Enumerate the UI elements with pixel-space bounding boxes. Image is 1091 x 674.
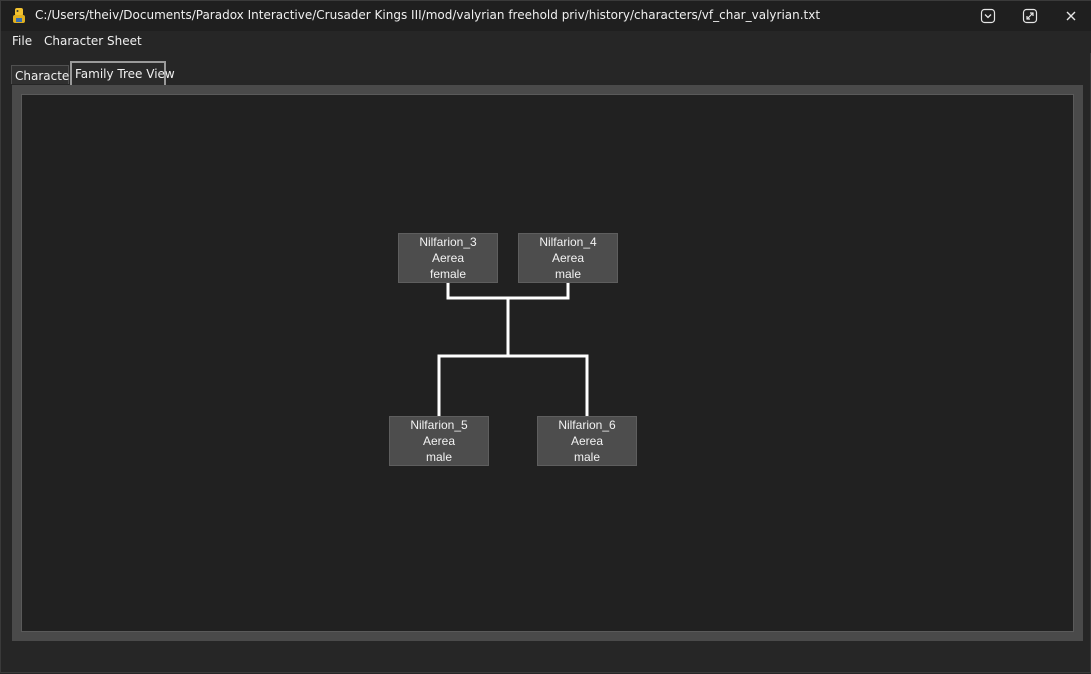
maximize-icon[interactable] [1021,7,1039,25]
menu-bar: File Character Sheet [1,31,1091,53]
node-name: Nilfarion_5 [410,418,468,432]
node-gender: male [425,450,452,464]
main-window: C:/Users/theiv/Documents/Paradox Interac… [0,0,1091,673]
tree-node-child[interactable]: Nilfarion_5 Aerea male [389,416,489,466]
node-name: Nilfarion_3 [419,235,477,249]
node-dynasty: Aerea [551,251,585,265]
menu-character-sheet[interactable]: Character Sheet [44,34,142,48]
node-name: Nilfarion_4 [539,235,597,249]
collapse-icon[interactable] [979,7,997,25]
close-icon[interactable] [1062,7,1080,25]
tab-family-tree-view[interactable]: Family Tree View [70,61,175,85]
tree-node-parent[interactable]: Nilfarion_3 Aerea female [398,233,498,283]
menu-file[interactable]: File [12,34,32,48]
node-gender: male [554,267,581,281]
tab-character[interactable]: Character [11,65,74,84]
family-tree-canvas[interactable] [21,94,1074,632]
tree-node-child[interactable]: Nilfarion_6 Aerea male [537,416,637,466]
tree-node-parent[interactable]: Nilfarion_4 Aerea male [518,233,618,283]
node-gender: male [573,450,600,464]
title-bar[interactable]: C:/Users/theiv/Documents/Paradox Interac… [1,1,1091,31]
node-dynasty: Aerea [570,434,604,448]
node-dynasty: Aerea [422,434,456,448]
python-icon [11,7,27,25]
window-title: C:/Users/theiv/Documents/Paradox Interac… [35,8,821,22]
node-name: Nilfarion_6 [558,418,616,432]
node-dynasty: Aerea [431,251,465,265]
node-gender: female [429,267,467,281]
